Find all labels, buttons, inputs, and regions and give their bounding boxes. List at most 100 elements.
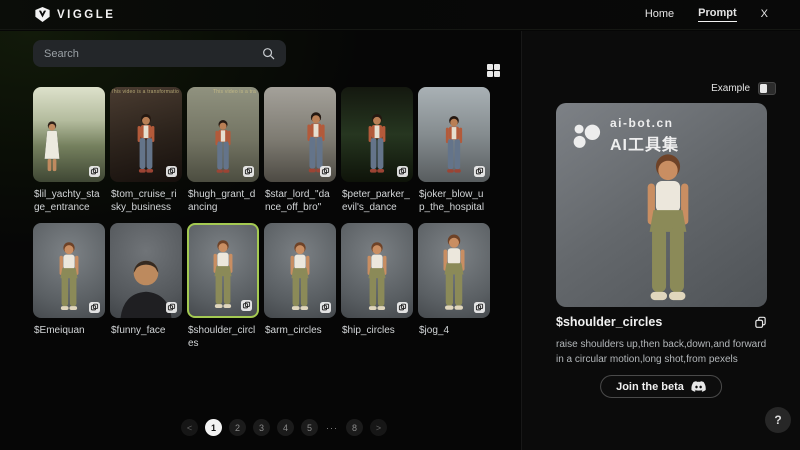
example-row: Example (711, 82, 776, 95)
person-figure (435, 115, 474, 175)
discord-icon (691, 381, 706, 392)
person-figure (47, 241, 92, 311)
top-bar: VIGGLE Home Prompt X (0, 0, 800, 30)
gallery-item[interactable]: $star_lord_"dance_off_bro" (264, 87, 336, 223)
preview-video[interactable]: ai-bot.cn AI工具集 (556, 103, 767, 307)
help-button[interactable]: ? (765, 407, 791, 433)
person-figure (429, 233, 479, 311)
copy-icon[interactable] (241, 300, 252, 311)
page-1-button[interactable]: 1 (205, 419, 222, 436)
copy-icon[interactable] (397, 302, 408, 313)
gallery-item[interactable]: $funny_face (110, 223, 182, 359)
copy-icon[interactable] (320, 166, 331, 177)
person-figure (126, 113, 166, 175)
join-beta-button[interactable]: Join the beta (600, 375, 722, 398)
video-thumbnail-selected[interactable] (187, 223, 259, 318)
person-figure-large (619, 152, 716, 302)
brand-name: VIGGLE (57, 9, 115, 21)
example-label: Example (711, 83, 750, 94)
nav-home[interactable]: Home (645, 8, 674, 22)
person-figure (357, 113, 397, 175)
video-thumbnail[interactable] (33, 87, 105, 182)
search-input[interactable] (44, 48, 262, 60)
gallery-item[interactable]: $shoulder_circles (187, 223, 259, 359)
person-figure (34, 120, 69, 175)
viggle-logo-icon (35, 7, 50, 22)
toggle-knob (760, 84, 767, 93)
gallery-item[interactable]: $joker_blow_up_the_hospital (418, 87, 490, 223)
video-thumbnail[interactable] (264, 223, 336, 318)
person-figure (278, 241, 323, 311)
person-figure (355, 241, 400, 311)
video-thumbnail[interactable] (341, 223, 413, 318)
copy-icon[interactable] (89, 302, 100, 313)
video-title: $peter_parker_evil's_dance (342, 188, 412, 214)
page-5-button[interactable]: 5 (301, 419, 318, 436)
watermark: ai-bot.cn AI工具集 (570, 116, 679, 155)
nav-x[interactable]: X (761, 8, 768, 22)
video-thumbnail[interactable]: This video is a transformatio (110, 87, 182, 182)
video-thumbnail[interactable] (264, 87, 336, 182)
grid-view-icon[interactable] (487, 64, 500, 77)
gallery-item[interactable]: $arm_circles (264, 223, 336, 359)
copy-icon[interactable] (166, 302, 177, 313)
video-title: $funny_face (111, 324, 181, 337)
video-title: $lil_yachty_stage_entrance (34, 188, 104, 214)
gallery-item[interactable]: $Emeiquan (33, 223, 105, 359)
copy-icon[interactable] (474, 302, 485, 313)
page-4-button[interactable]: 4 (277, 419, 294, 436)
page-2-button[interactable]: 2 (229, 419, 246, 436)
video-title: $star_lord_"dance_off_bro" (265, 188, 335, 214)
watermark-note: This video is a tra (187, 89, 256, 95)
video-thumbnail[interactable] (341, 87, 413, 182)
copy-icon[interactable] (474, 166, 485, 177)
copy-icon[interactable] (89, 166, 100, 177)
prompt-description: raise shoulders up,then back,down,and fo… (556, 337, 774, 367)
gallery-item[interactable]: This video is a tra $hugh_grant_dancing (187, 87, 259, 223)
video-thumbnail[interactable] (418, 223, 490, 318)
page-3-button[interactable]: 3 (253, 419, 270, 436)
video-thumbnail[interactable]: This video is a tra (187, 87, 259, 182)
video-title: $shoulder_circles (188, 324, 258, 350)
example-toggle[interactable] (758, 82, 776, 95)
video-title: $Emeiquan (34, 324, 104, 337)
gallery-item[interactable]: $lil_yachty_stage_entrance (33, 87, 105, 223)
pagination: < 1 2 3 4 5 ··· 8 > (181, 419, 387, 436)
nav-prompt[interactable]: Prompt (698, 7, 737, 22)
watermark-domain: ai-bot.cn (610, 116, 679, 130)
copy-icon[interactable] (397, 166, 408, 177)
video-thumbnail[interactable] (33, 223, 105, 318)
video-title: $hugh_grant_dancing (188, 188, 258, 214)
library-panel: $lil_yachty_stage_entrance This video is… (0, 31, 520, 450)
person-figure (201, 239, 246, 309)
gallery-item[interactable]: This video is a transformatio $tom_cruis… (110, 87, 182, 223)
copy-icon[interactable] (166, 166, 177, 177)
person-figure (205, 119, 241, 175)
copy-prompt-icon[interactable] (754, 316, 767, 329)
preview-title: $shoulder_circles (556, 315, 662, 329)
pagination-ellipsis: ··· (325, 423, 339, 433)
gallery-item[interactable]: $jog_4 (418, 223, 490, 359)
gallery-item[interactable]: $hip_circles (341, 223, 413, 359)
join-beta-label: Join the beta (616, 381, 684, 393)
gallery-item[interactable]: $peter_parker_evil's_dance (341, 87, 413, 223)
viggle-logo[interactable]: VIGGLE (35, 7, 115, 22)
template-gallery: $lil_yachty_stage_entrance This video is… (33, 87, 495, 359)
grid-square (494, 64, 500, 70)
grid-square (487, 71, 493, 77)
video-title: $arm_circles (265, 324, 335, 337)
page-8-button[interactable]: 8 (346, 419, 363, 436)
video-title: $tom_cruise_risky_business (111, 188, 181, 214)
search-bar[interactable] (33, 40, 286, 67)
page-prev-button[interactable]: < (181, 419, 198, 436)
video-thumbnail[interactable] (418, 87, 490, 182)
copy-icon[interactable] (320, 302, 331, 313)
grid-square (494, 71, 500, 77)
copy-icon[interactable] (243, 166, 254, 177)
page-next-button[interactable]: > (370, 419, 387, 436)
video-title: $hip_circles (342, 324, 412, 337)
grid-square (487, 64, 493, 70)
video-thumbnail[interactable] (110, 223, 182, 318)
top-nav: Home Prompt X (645, 7, 768, 22)
video-title: $jog_4 (419, 324, 489, 337)
